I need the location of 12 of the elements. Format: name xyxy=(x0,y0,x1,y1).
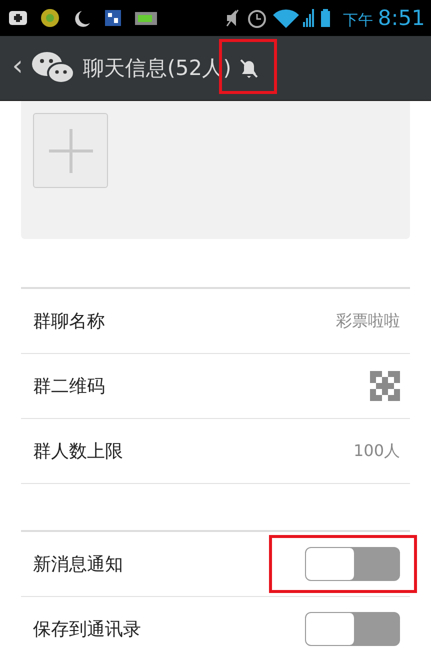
qr-code-icon xyxy=(370,371,400,401)
settings-row[interactable]: 群聊名称 彩票啦啦 xyxy=(21,289,410,354)
settings-row[interactable]: 群人数上限 100人 xyxy=(21,419,410,484)
round-app-icon[interactable] xyxy=(40,7,60,29)
back-button[interactable]: ‹ xyxy=(6,48,30,88)
toggle-switch[interactable] xyxy=(305,612,400,646)
status-time: 下午 8:51 xyxy=(343,6,425,30)
setting-label: 新消息通知 xyxy=(33,553,123,576)
setting-label: 保存到通讯录 xyxy=(33,618,141,641)
settings-row[interactable]: 群二维码 xyxy=(21,354,410,419)
toggle-switch[interactable] xyxy=(305,547,400,581)
wifi-app-icon[interactable] xyxy=(104,7,122,29)
